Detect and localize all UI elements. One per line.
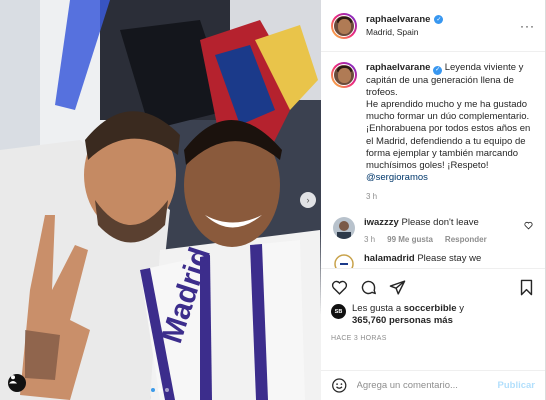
carousel-dot bbox=[151, 388, 155, 392]
comment-meta: 3 h 99 Me gusta Responder bbox=[364, 235, 535, 244]
author-avatar[interactable] bbox=[331, 12, 357, 39]
commenter-avatar[interactable] bbox=[333, 253, 355, 268]
post-photo[interactable]: Madrid › bbox=[0, 0, 321, 400]
author-info: raphaelvarane ✓ Madrid, Spain bbox=[366, 14, 444, 37]
user-icon bbox=[9, 375, 17, 384]
heart-icon[interactable] bbox=[524, 221, 533, 230]
likes-count[interactable]: 365,760 personas más bbox=[352, 315, 453, 326]
photo-illustration: Madrid bbox=[0, 0, 321, 400]
comment-text: Please stay we bbox=[417, 253, 482, 265]
caption-text-line-2: He aprendido mucho y me ha gustado mucho… bbox=[366, 99, 531, 172]
emoji-smiley-icon[interactable] bbox=[331, 377, 348, 394]
likes-connector: y bbox=[459, 303, 464, 314]
caption-author-avatar[interactable] bbox=[331, 62, 357, 88]
post-date[interactable]: HACE 3 HORAS bbox=[331, 335, 535, 342]
comment-item: halamadrid Please stay we bbox=[331, 253, 535, 268]
caption-username[interactable]: raphaelvarane bbox=[366, 62, 430, 73]
chevron-right-icon: › bbox=[306, 195, 310, 205]
more-horizontal-icon[interactable]: ··· bbox=[520, 19, 535, 33]
carousel-dot bbox=[165, 388, 169, 392]
instagram-post-window: Madrid › raphaelvarane ✓ Madrid, Spain ·… bbox=[0, 0, 546, 400]
comment-text: Please don't leave bbox=[401, 217, 479, 229]
verified-badge-icon: ✓ bbox=[434, 15, 444, 24]
caption-mention-link[interactable]: @sergioramos bbox=[366, 172, 428, 183]
commenter-username[interactable]: halamadrid bbox=[364, 253, 415, 264]
post-header: raphaelvarane ✓ Madrid, Spain ··· bbox=[321, 0, 545, 52]
share-send-icon[interactable] bbox=[389, 279, 406, 296]
commenter-username[interactable]: iwazzzy bbox=[364, 217, 399, 228]
post-side-panel: raphaelvarane ✓ Madrid, Spain ··· raphae… bbox=[321, 0, 545, 400]
post-location[interactable]: Madrid, Spain bbox=[366, 27, 443, 37]
tagged-users-button[interactable] bbox=[8, 374, 26, 392]
comment-timestamp[interactable]: 3 h bbox=[364, 235, 375, 244]
carousel-indicator bbox=[151, 388, 169, 392]
caption-timestamp[interactable]: 3 h bbox=[366, 192, 535, 201]
post-caption: raphaelvarane ✓ Leyenda viviente y capit… bbox=[331, 62, 535, 184]
commenter-avatar[interactable] bbox=[333, 217, 355, 240]
comments-section: raphaelvarane ✓ Leyenda viviente y capit… bbox=[321, 52, 545, 268]
verified-badge-icon: ✓ bbox=[433, 65, 443, 75]
author-username[interactable]: raphaelvarane bbox=[366, 14, 430, 25]
next-image-button[interactable]: › bbox=[300, 192, 316, 208]
post-actions: SB Les gusta a soccerbible y 365,760 per… bbox=[321, 268, 545, 370]
comment-input[interactable] bbox=[356, 380, 489, 391]
add-comment-bar: Publicar bbox=[321, 370, 545, 400]
carousel-dot bbox=[158, 388, 162, 392]
post-container: Madrid › raphaelvarane ✓ Madrid, Spain ·… bbox=[0, 0, 546, 400]
liker-username[interactable]: soccerbible bbox=[404, 303, 457, 314]
bookmark-icon[interactable] bbox=[518, 279, 535, 296]
reply-button[interactable]: Responder bbox=[445, 235, 487, 244]
comment-bubble-icon[interactable] bbox=[360, 279, 377, 296]
like-heart-icon[interactable] bbox=[331, 279, 348, 296]
liker-avatar[interactable]: SB bbox=[331, 304, 346, 319]
comment-likes[interactable]: 99 Me gusta bbox=[387, 235, 433, 244]
comment-item: iwazzzy Please don't leave 3 h 99 Me gus… bbox=[331, 217, 535, 244]
publish-button[interactable]: Publicar bbox=[498, 380, 536, 391]
likes-summary: SB Les gusta a soccerbible y 365,760 per… bbox=[331, 303, 535, 327]
likes-prefix: Les gusta a bbox=[352, 303, 402, 314]
